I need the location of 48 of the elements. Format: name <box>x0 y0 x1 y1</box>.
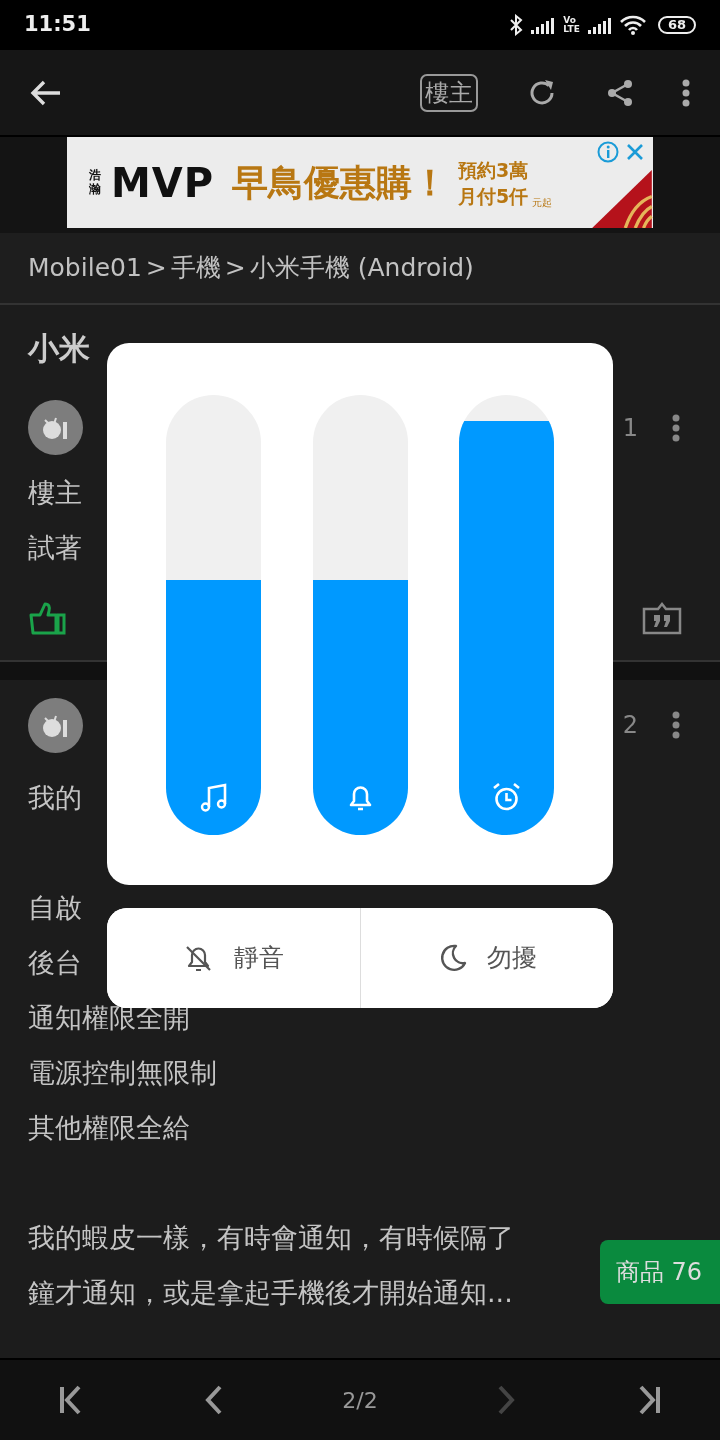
post-text: 試著 <box>28 531 82 565</box>
ad-text: 元起 <box>532 196 553 209</box>
bluetooth-icon <box>509 14 524 36</box>
ad-text: 月付5仟 <box>458 183 529 209</box>
post-text: 我的 <box>28 781 82 815</box>
volte-label: Vo <box>563 16 577 25</box>
close-icon[interactable] <box>625 142 645 162</box>
more-icon[interactable] <box>672 413 680 442</box>
signal-icon <box>531 16 556 34</box>
breadcrumb-separator: > <box>145 252 167 285</box>
ad-text: MVP <box>111 158 215 208</box>
thread-title: 小米 <box>28 330 90 366</box>
post-text: 鐘才通知，或是拿起手機後才開始通知... <box>28 1276 513 1310</box>
back-icon[interactable] <box>30 78 62 107</box>
ad-text: 浩瀚 <box>89 169 101 196</box>
ad-text: 早鳥優惠購！ <box>232 160 449 205</box>
alarm-clock-icon <box>491 782 522 813</box>
more-icon[interactable] <box>672 711 680 739</box>
post-text: 其他權限全給 <box>28 1111 190 1145</box>
post-text: 自啟 <box>28 891 82 925</box>
post-text: 後台 <box>28 946 82 980</box>
more-icon[interactable] <box>682 78 690 107</box>
floor-number: 1 <box>622 412 638 444</box>
avatar-icon <box>28 400 83 455</box>
music-note-icon <box>198 782 229 813</box>
floor-number: 2 <box>622 710 638 741</box>
quote-icon[interactable] <box>642 600 682 635</box>
ad-text: 預約3萬 <box>458 157 530 183</box>
post-text: 電源控制無限制 <box>28 1056 217 1090</box>
post-text: 我的蝦皮一樣，有時會通知，有時候隔了 <box>28 1221 514 1255</box>
avatar-icon <box>28 697 83 753</box>
breadcrumb-link[interactable]: 手機 <box>170 249 221 287</box>
clock-time: 11:51 <box>24 11 91 39</box>
breadcrumb-link[interactable]: 小米手機 (Android) <box>249 249 474 287</box>
post-text: 樓主 <box>28 476 82 510</box>
wifi-icon <box>619 15 646 35</box>
share-icon[interactable] <box>606 78 634 107</box>
signal-icon <box>587 16 612 34</box>
author-filter-button[interactable]: 樓主 <box>420 73 478 112</box>
battery-level: 68 <box>657 16 696 34</box>
thumbs-up-icon[interactable] <box>28 600 66 635</box>
sound-mode-button[interactable]: 勿擾 <box>359 908 613 1008</box>
ad-corner-pattern-drawing <box>591 170 653 228</box>
breadcrumb-separator: > <box>224 252 246 285</box>
volte-label: LTE <box>563 25 580 34</box>
info-icon[interactable] <box>597 141 619 163</box>
breadcrumb-link[interactable]: Mobile01 <box>28 249 142 287</box>
page-indicator: 2/2 <box>342 1386 378 1415</box>
